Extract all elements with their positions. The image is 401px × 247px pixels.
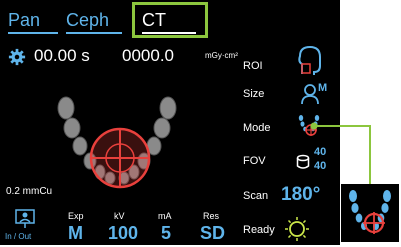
exposure-time-readout: 00.00 s: [34, 46, 90, 65]
dose-unit: mGy·cm²: [205, 51, 238, 60]
scan-value[interactable]: 180°: [281, 184, 320, 206]
roi-head-icon[interactable]: [296, 44, 324, 78]
mode-arch-zoom-icon: [349, 190, 391, 234]
in-out-label[interactable]: In / Out: [5, 232, 31, 241]
mode-arch-icon[interactable]: [298, 113, 320, 139]
exp-value[interactable]: M: [68, 223, 83, 244]
tab-ct-highlight: CT: [132, 2, 208, 38]
fov-cylinder-icon: [296, 154, 310, 169]
size-head-icon[interactable]: [300, 83, 320, 105]
ma-label: mA: [158, 211, 172, 221]
ready-label: Ready: [243, 224, 275, 236]
scan-label: Scan: [243, 190, 269, 202]
fov-value-bottom[interactable]: 40: [314, 160, 326, 172]
ma-value[interactable]: 5: [161, 223, 171, 244]
dose-readout: 0000.0: [122, 46, 174, 65]
mode-zoom-inset: [341, 184, 399, 242]
fov-label: FOV: [243, 155, 266, 167]
fov-value-top[interactable]: 40: [314, 146, 326, 158]
filter-readout: 0.2 mmCu: [6, 186, 53, 197]
kv-label: kV: [114, 211, 125, 221]
tab-pan[interactable]: Pan: [8, 8, 58, 34]
exp-label: Exp: [68, 211, 84, 221]
ready-indicator-icon: [285, 217, 309, 241]
mode-label: Mode: [243, 122, 271, 134]
res-value[interactable]: SD: [200, 223, 225, 244]
tab-ct[interactable]: CT: [142, 8, 196, 34]
size-label: Size: [243, 88, 265, 100]
kv-value[interactable]: 100: [108, 223, 138, 244]
ct-control-panel: Pan Ceph CT 00.00 s 0000.0 mGy·cm² 0.2 m…: [0, 0, 340, 245]
size-badge: M: [318, 82, 328, 94]
in-out-icon[interactable]: [14, 209, 36, 229]
roi-label: ROI: [243, 60, 263, 72]
res-label: Res: [203, 211, 220, 221]
gear-icon[interactable]: [8, 48, 26, 66]
jaw-arch-icon[interactable]: [52, 78, 182, 198]
tab-ceph[interactable]: Ceph: [66, 8, 122, 34]
